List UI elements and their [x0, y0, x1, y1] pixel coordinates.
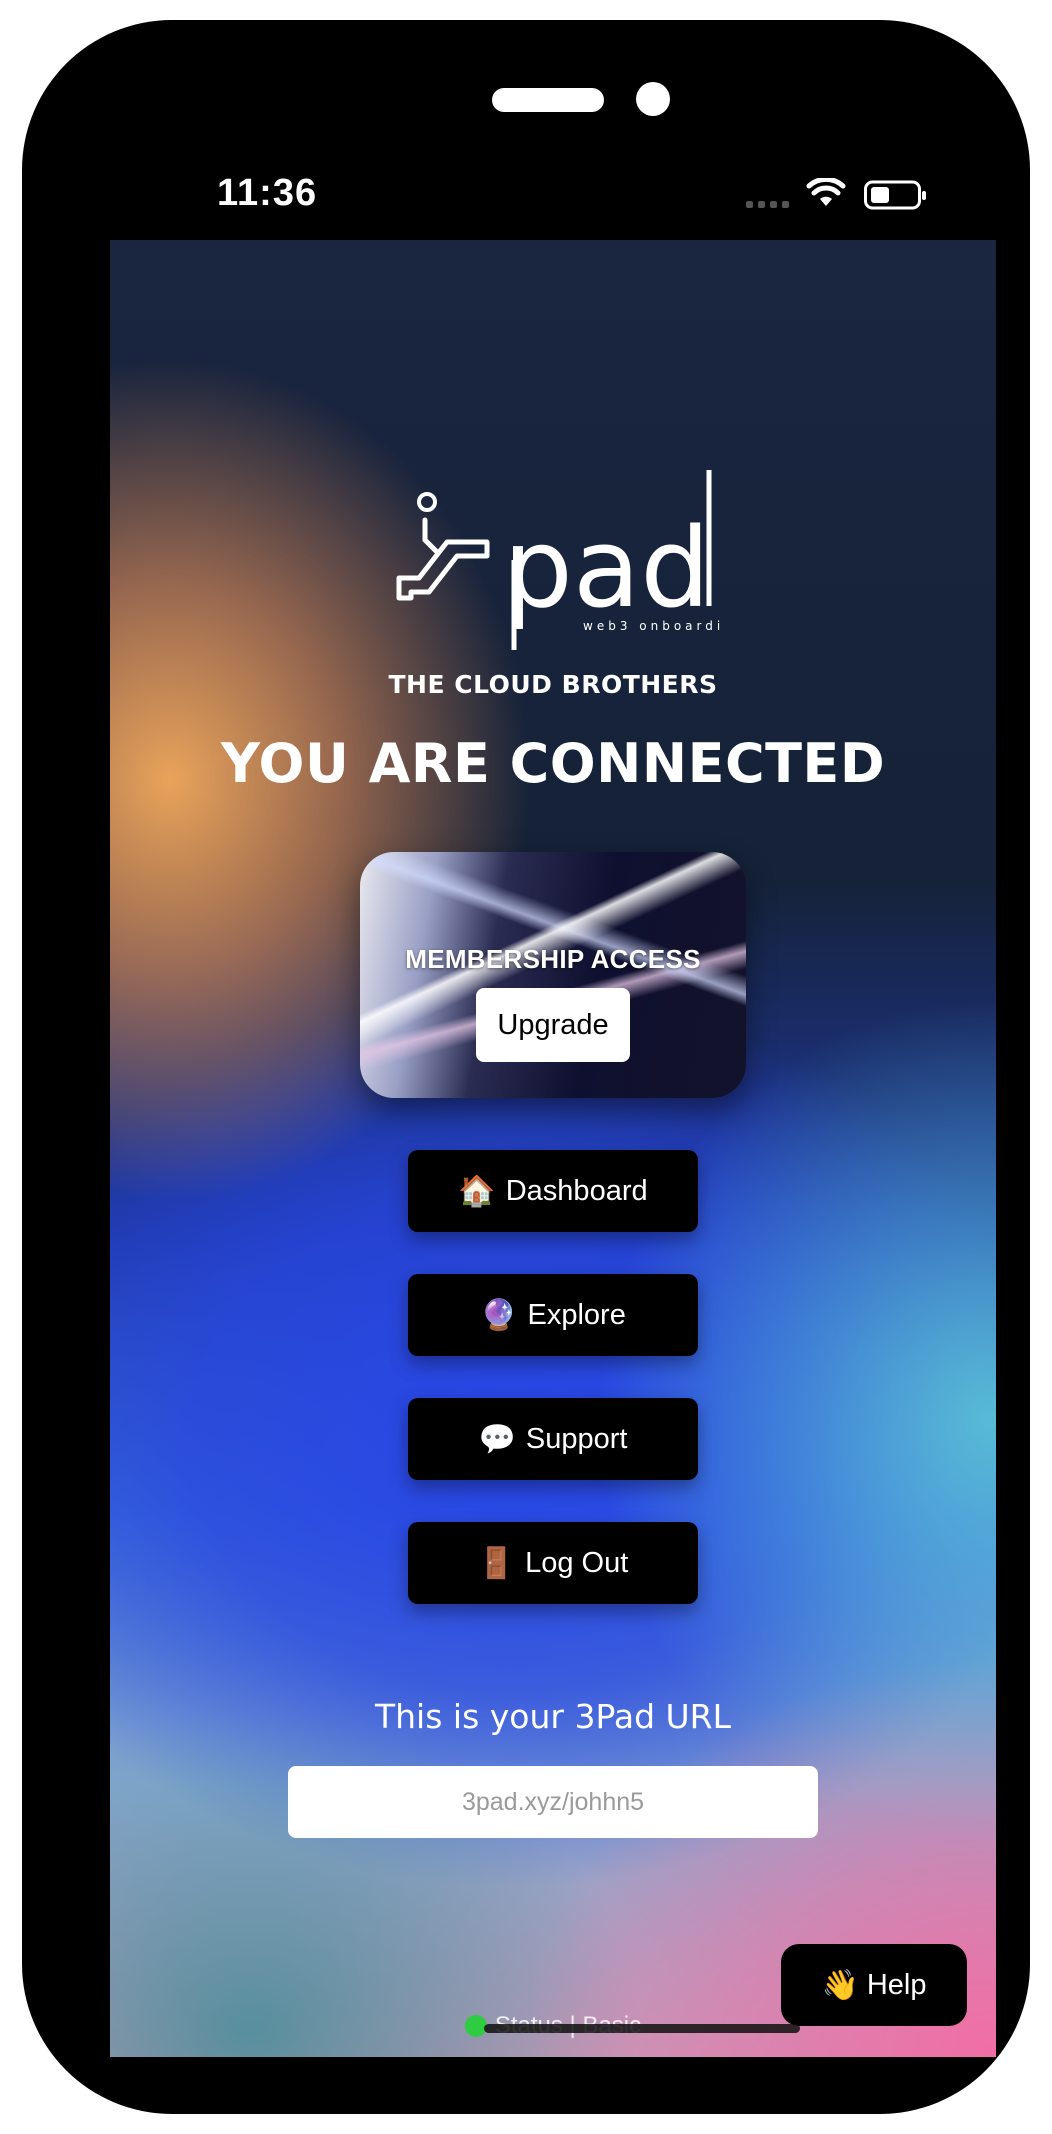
logo-wordmark: pad [503, 504, 710, 632]
connection-headline: YOU ARE CONNECTED [220, 732, 886, 795]
speech-bubble-icon: 💬 [478, 1421, 516, 1457]
membership-title: MEMBERSHIP ACCESS [405, 944, 701, 974]
home-indicator[interactable] [484, 2024, 800, 2033]
crystal-ball-icon: 🔮 [480, 1297, 518, 1333]
upgrade-button[interactable]: Upgrade [476, 988, 630, 1062]
3pad-logo: pad web3 onboarding [396, 470, 721, 650]
explore-button[interactable]: 🔮 Explore [408, 1274, 698, 1356]
help-label: Help [866, 1968, 927, 2001]
battery-icon [864, 180, 926, 210]
speaker-grille [492, 88, 604, 112]
door-icon: 🚪 [477, 1545, 516, 1581]
cell-signal-icon [746, 201, 789, 208]
help-button[interactable]: 👋 Help [781, 1944, 967, 2026]
profile-url-field[interactable]: 3pad.xyz/johhn5 [288, 1766, 818, 1838]
log-out-label: Log Out [525, 1546, 629, 1579]
phone-frame: 11:36 pad web3 onboarding THE CLOUD BROT… [22, 20, 1030, 2114]
front-camera [636, 82, 670, 116]
app-screen: pad web3 onboarding THE CLOUD BROTHERS Y… [110, 240, 996, 2057]
house-icon: 🏠 [458, 1173, 496, 1209]
membership-card: MEMBERSHIP ACCESS Upgrade [360, 852, 746, 1098]
support-button[interactable]: 💬 Support [408, 1398, 698, 1480]
company-name: THE CLOUD BROTHERS [388, 670, 718, 699]
status-time: 11:36 [217, 172, 318, 214]
waving-hand-icon: 👋 [821, 1967, 859, 2003]
logo-tagline: web3 onboarding [583, 619, 721, 633]
url-label: This is your 3Pad URL [374, 1697, 731, 1736]
support-label: Support [525, 1422, 628, 1455]
dashboard-label: Dashboard [505, 1174, 648, 1207]
wifi-icon [806, 178, 846, 206]
dashboard-button[interactable]: 🏠 Dashboard [408, 1150, 698, 1232]
explore-label: Explore [527, 1298, 626, 1331]
log-out-button[interactable]: 🚪 Log Out [408, 1522, 698, 1604]
